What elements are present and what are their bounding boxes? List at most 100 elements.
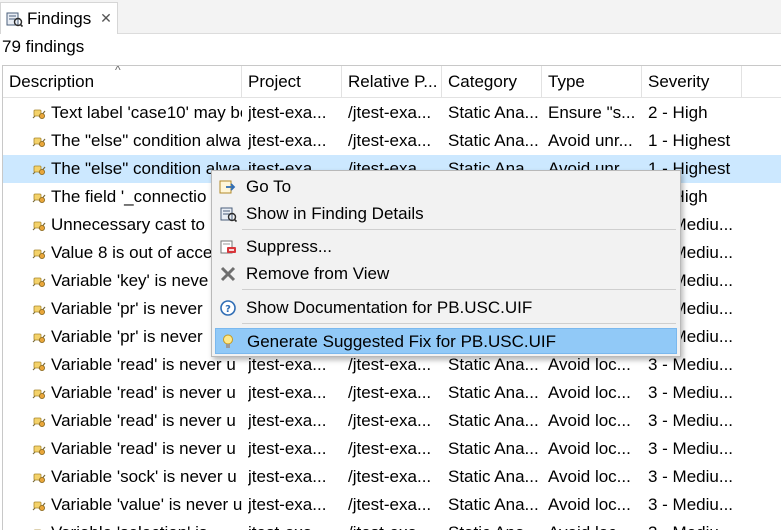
finding-icon xyxy=(32,190,47,204)
finding-icon xyxy=(32,358,47,372)
finding-icon xyxy=(32,302,47,316)
cell-relative-path: /jtest-exa... xyxy=(348,519,442,530)
column-header-severity[interactable]: Severity xyxy=(642,66,742,98)
cell-description: Variable 'selection' is xyxy=(51,519,242,530)
finding-icon xyxy=(32,498,47,512)
menu-item-suppress[interactable]: Suppress... xyxy=(215,234,677,260)
cell-relative-path: /jtest-exa... xyxy=(348,439,432,458)
cell-type: Avoid loc... xyxy=(548,467,631,486)
cell-description: Variable 'read' is never u xyxy=(51,411,236,430)
finding-icon xyxy=(32,386,47,400)
tab-findings-label: Findings xyxy=(27,8,92,28)
menu-item-show-in-finding-details[interactable]: Show in Finding Details xyxy=(215,201,677,227)
cell-project: jtest-exa... xyxy=(248,467,327,486)
menu-item-label: Suppress... xyxy=(246,237,332,256)
cell-description: Text label 'case10' may be xyxy=(51,103,242,122)
cell-project: jtest-exa... xyxy=(248,103,327,122)
menu-separator xyxy=(242,323,676,324)
cell-description: Variable 'value' is never u xyxy=(51,495,242,514)
table-row[interactable]: Variable 'sock' is never u jtest-exa... /j… xyxy=(3,463,781,491)
details-icon xyxy=(219,205,238,223)
menu-item-label: Go To xyxy=(246,177,292,196)
menu-item-generate-suggested-fix[interactable]: Generate Suggested Fix for PB.USC.UIF xyxy=(215,328,677,354)
tab-findings[interactable]: Findings ✕ xyxy=(0,2,118,34)
close-icon[interactable]: ✕ xyxy=(97,9,115,27)
column-header-relative-path[interactable]: Relative P... xyxy=(342,66,442,98)
menu-separator xyxy=(242,289,676,290)
cell-category: Static Ana... xyxy=(448,519,542,530)
table-row[interactable]: Variable 'value' is never u jtest-exa... /… xyxy=(3,491,781,519)
column-header-description[interactable]: Description ^ xyxy=(3,66,242,98)
table-row[interactable]: Text label 'case10' may be jtest-exa... /j… xyxy=(3,99,781,127)
cell-description: Variable 'read' is never u xyxy=(51,383,236,402)
menu-separator xyxy=(242,229,676,230)
cell-description: Variable 'read' is never u xyxy=(51,439,236,458)
cell-severity: 1 - Highest xyxy=(648,131,731,150)
column-header-filler xyxy=(742,66,781,98)
cell-type: Avoid loc... xyxy=(548,439,631,458)
context-menu: Go To Show in Finding Details Suppress..… xyxy=(211,170,681,357)
finding-icon xyxy=(32,246,47,260)
cell-relative-path: /jtest-exa... xyxy=(348,383,432,402)
cell-category: Static Ana... xyxy=(448,439,539,458)
remove-icon xyxy=(219,265,237,283)
help-icon: ? xyxy=(219,299,237,317)
cell-type: Avoid loc... xyxy=(548,495,631,514)
cell-relative-path: /jtest-exa... xyxy=(348,131,432,150)
finding-icon xyxy=(32,330,47,344)
column-header-category[interactable]: Category xyxy=(442,66,542,98)
view-tab-bar: Findings ✕ xyxy=(0,0,781,34)
cell-type: Ensure "s... xyxy=(548,103,636,122)
sort-ascending-icon: ^ xyxy=(115,66,121,77)
finding-icon xyxy=(32,106,47,120)
cell-category: Static Ana... xyxy=(448,131,539,150)
table-row[interactable]: The "else" condition alwa jtest-exa... /jt… xyxy=(3,127,781,155)
lightbulb-icon xyxy=(220,333,238,351)
column-header-project[interactable]: Project xyxy=(242,66,342,98)
menu-item-show-documentation[interactable]: ? Show Documentation for PB.USC.UIF xyxy=(215,295,677,321)
cell-relative-path: /jtest-exa... xyxy=(348,411,432,430)
cell-relative-path: /jtest-exa... xyxy=(348,103,432,122)
table-row[interactable]: Variable 'read' is never u jtest-exa... /j… xyxy=(3,407,781,435)
cell-category: Static Ana... xyxy=(448,467,539,486)
cell-severity: 3 - Mediu... xyxy=(648,495,734,514)
column-header-type[interactable]: Type xyxy=(542,66,642,98)
cell-type: Avoid unr... xyxy=(548,131,633,150)
menu-item-label: Show in Finding Details xyxy=(246,204,424,223)
cell-severity: 2 - High xyxy=(648,103,708,122)
cell-category: Static Ana... xyxy=(448,383,539,402)
cell-severity: 3 - Mediu... xyxy=(648,439,734,458)
cell-project: jtest-exa... xyxy=(248,439,327,458)
finding-icon xyxy=(32,134,47,148)
cell-project: jtest-exa... xyxy=(248,383,327,402)
cell-project: jtest-exa... xyxy=(248,411,327,430)
suppress-icon xyxy=(219,238,237,256)
cell-type: Avoid loc... xyxy=(548,383,631,402)
svg-text:?: ? xyxy=(225,304,231,315)
cell-severity: 3 - Mediu... xyxy=(648,519,743,530)
cell-relative-path: /jtest-exa... xyxy=(348,467,432,486)
menu-item-label: Show Documentation for PB.USC.UIF xyxy=(246,298,533,317)
cell-severity: 3 - Mediu... xyxy=(648,467,734,486)
cell-description: Variable 'sock' is never u xyxy=(51,467,237,486)
cell-description: The "else" condition alwa xyxy=(51,131,241,150)
cell-type: Avoid loc... xyxy=(548,519,642,530)
menu-item-label: Remove from View xyxy=(246,264,390,283)
finding-icon xyxy=(32,526,47,530)
cell-severity: 3 - Mediu... xyxy=(648,383,734,402)
cell-project: jtest-exa... xyxy=(248,131,327,150)
cell-category: Static Ana... xyxy=(448,411,539,430)
cell-category: Static Ana... xyxy=(448,495,539,514)
menu-item-label: Generate Suggested Fix for PB.USC.UIF xyxy=(247,332,556,351)
finding-icon xyxy=(32,414,47,428)
table-row[interactable]: Variable 'read' is never u jtest-exa... /j… xyxy=(3,379,781,407)
cell-category: Static Ana... xyxy=(448,103,539,122)
goto-icon xyxy=(219,178,237,196)
menu-item-go-to[interactable]: Go To xyxy=(215,174,677,200)
table-row[interactable]: Variable 'selection' is jtest-exa... /jtes… xyxy=(3,519,781,530)
cell-project: jtest-exa... xyxy=(248,519,342,530)
menu-item-remove-from-view[interactable]: Remove from View xyxy=(215,261,677,287)
finding-icon xyxy=(32,218,47,232)
table-row[interactable]: Variable 'read' is never u jtest-exa... /j… xyxy=(3,435,781,463)
finding-icon xyxy=(32,470,47,484)
